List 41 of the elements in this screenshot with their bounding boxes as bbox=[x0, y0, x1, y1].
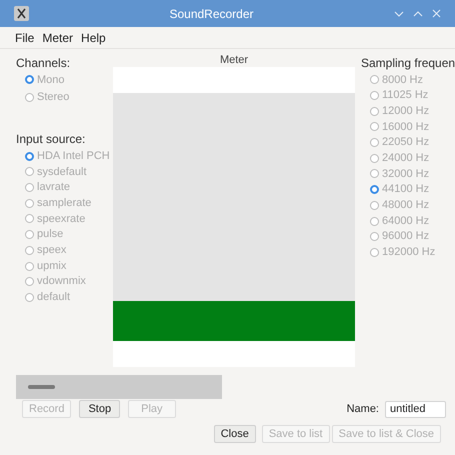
window-title: SoundRecorder bbox=[168, 6, 255, 22]
radio-label: 24000 Hz bbox=[382, 151, 430, 166]
radio-label: HDA Intel PCH bbox=[37, 148, 110, 164]
radio-label: Mono bbox=[37, 72, 65, 88]
radio-label: upmix bbox=[37, 258, 66, 274]
radio-label: speexrate bbox=[37, 212, 86, 227]
radio-label: 64000 Hz bbox=[382, 214, 430, 229]
radio-label: samplerate bbox=[37, 196, 92, 212]
radio-label: 96000 Hz bbox=[382, 229, 430, 244]
close-icon[interactable] bbox=[432, 9, 441, 18]
radio-label: 48000 Hz bbox=[382, 198, 430, 214]
group-label: Input source: bbox=[16, 132, 86, 148]
minimize-icon[interactable] bbox=[394, 10, 404, 16]
group-label: Channels: bbox=[16, 56, 72, 71]
group-label: Sampling frequen bbox=[361, 56, 455, 71]
push-button[interactable]: Stop bbox=[79, 400, 120, 418]
name-label: Name: bbox=[346, 402, 379, 417]
name-field[interactable]: untitled bbox=[385, 400, 446, 418]
radio-label: speex bbox=[37, 243, 66, 258]
radio-label: 8000 Hz bbox=[382, 72, 423, 88]
push-button[interactable]: Close bbox=[214, 425, 256, 443]
radio-label: Stereo bbox=[37, 90, 70, 106]
position-slider[interactable] bbox=[16, 375, 222, 399]
radio-label: 11025 Hz bbox=[382, 88, 428, 104]
radio-label: 12000 Hz bbox=[382, 104, 430, 119]
meter-title: Meter bbox=[220, 54, 248, 67]
radio-label: 44100 Hz bbox=[382, 182, 430, 198]
radio-label: 32000 Hz bbox=[382, 166, 430, 182]
radio-label: 192000 Hz bbox=[382, 245, 436, 260]
radio-label: sysdefault bbox=[37, 164, 87, 180]
menu-item[interactable]: Help bbox=[81, 28, 106, 46]
radio-label: 16000 Hz bbox=[382, 120, 430, 135]
radio-label: pulse bbox=[37, 227, 64, 242]
radio-label: default bbox=[37, 290, 70, 306]
app-icon bbox=[14, 6, 29, 21]
radio-label: lavrate bbox=[37, 180, 70, 196]
maximize-icon[interactable] bbox=[413, 10, 423, 16]
menu-item[interactable]: File bbox=[15, 28, 34, 46]
menu-item[interactable]: Meter bbox=[42, 28, 74, 46]
radio-label: 22050 Hz bbox=[382, 135, 430, 150]
radio-label: vdownmix bbox=[37, 274, 86, 290]
